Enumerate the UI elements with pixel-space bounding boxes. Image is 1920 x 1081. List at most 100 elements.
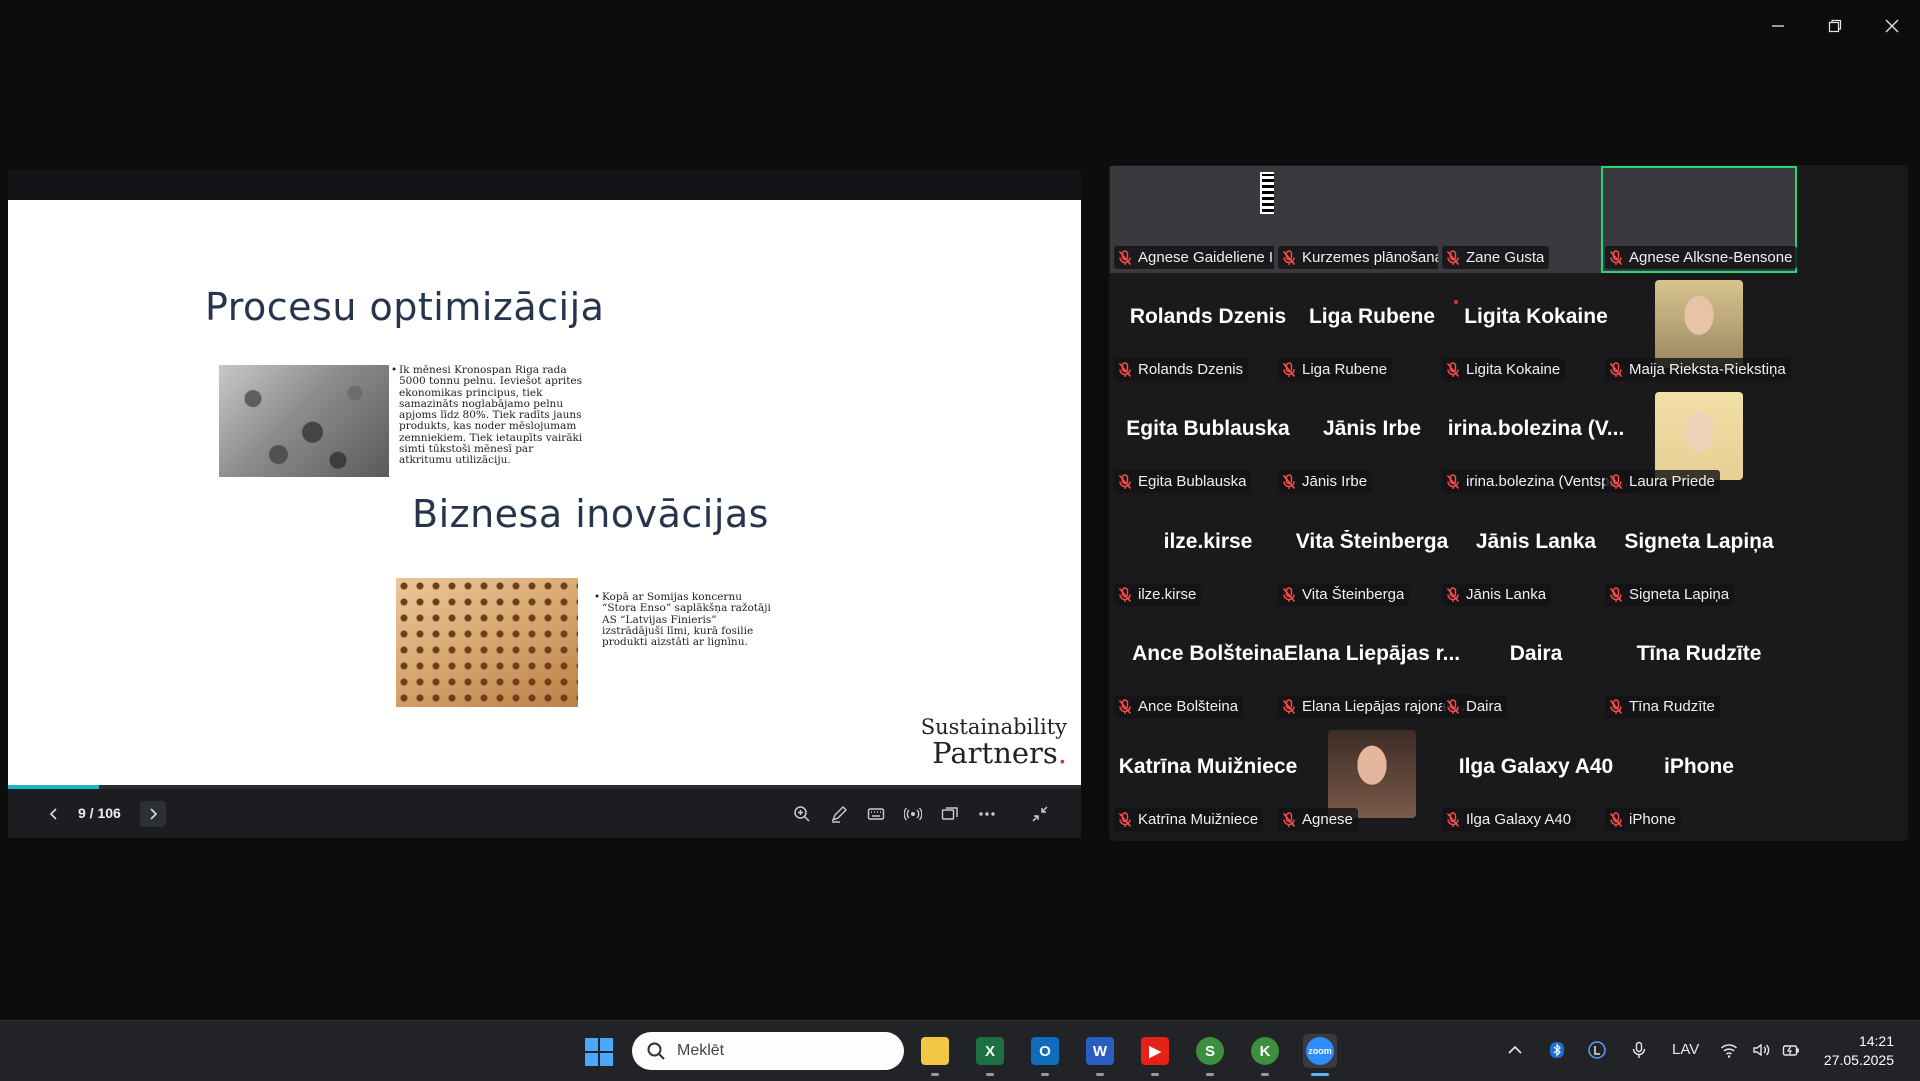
participant-tile[interactable]: iPhone iPhone [1601, 728, 1797, 835]
participant-tile[interactable]: Tīna Rudzīte Tīna Rudzīte [1601, 615, 1797, 722]
shared-screen: Procesu optimizācija Ik mēnesi Kronospan… [8, 170, 1081, 838]
clock-date: 27.05.2025 [1823, 1052, 1894, 1068]
muted-mic-icon [1282, 473, 1296, 489]
running-indicator [1096, 1073, 1104, 1076]
next-slide-button[interactable] [140, 801, 166, 827]
restore-button[interactable] [1806, 0, 1863, 52]
keyboard-button[interactable] [863, 801, 889, 827]
file-explorer-app[interactable] [918, 1034, 952, 1076]
exit-fullscreen-button[interactable] [1027, 801, 1053, 827]
youtube-icon: ▶ [1141, 1037, 1169, 1065]
language-indicator[interactable]: LAV [1672, 1041, 1699, 1058]
word-icon: W [1086, 1037, 1114, 1065]
chrome-s-icon: S [1196, 1037, 1224, 1065]
volume-tray[interactable] [1752, 1041, 1770, 1059]
clock-time: 14:21 [1858, 1033, 1894, 1049]
search-placeholder: Meklēt [677, 1042, 725, 1059]
slide-heading-innovation: Biznesa inovācijas [412, 492, 769, 536]
participant-label: Agnese [1278, 808, 1358, 831]
participant-label: Jānis Lanka [1442, 583, 1552, 606]
chevron-right-icon [150, 808, 158, 820]
muted-mic-icon [1118, 811, 1132, 827]
start-button[interactable] [584, 1037, 614, 1067]
participant-name: Vita Šteinberga [1302, 586, 1405, 603]
muted-mic-icon [1609, 361, 1623, 377]
microphone-tray[interactable] [1630, 1041, 1648, 1059]
page-indicator: 9 / 106 [78, 805, 121, 821]
share-header [8, 170, 1081, 200]
more-options-button[interactable] [974, 801, 1000, 827]
muted-mic-icon [1118, 361, 1132, 377]
participant-tile[interactable]: Agnese Alksne-Bensone [1601, 166, 1798, 273]
window-controls [1749, 0, 1920, 52]
muted-mic-icon [1282, 361, 1296, 377]
participant-tile[interactable]: Laura Priede [1601, 390, 1797, 497]
muted-mic-icon [1118, 586, 1132, 602]
account-tray[interactable] [1588, 1041, 1606, 1059]
youtube-app[interactable]: ▶ [1138, 1034, 1172, 1076]
broadcast-button[interactable] [900, 801, 926, 827]
logo-word: Partners [932, 736, 1058, 770]
bluetooth-tray[interactable] [1548, 1041, 1566, 1059]
slide-bullet-finieris: Kopā ar Somijas koncernu “Stora Enso” sa… [594, 591, 777, 648]
participant-label: Signeta Lapiņa [1605, 583, 1735, 606]
participant-name: Ance Bolšteina [1138, 698, 1239, 715]
muted-mic-icon [1446, 249, 1460, 265]
participant-label: Agnese Alksne-Bensone [1605, 246, 1798, 269]
muted-mic-icon [1609, 249, 1623, 265]
participant-label: Zane Gusta [1442, 246, 1550, 269]
muted-mic-icon [1446, 811, 1460, 827]
zoom-in-button[interactable] [789, 801, 815, 827]
participant-gallery: Agnese Gaideliene IEB... Kurzemes plānoša… [1109, 165, 1908, 841]
battery-charging-icon [1782, 1045, 1799, 1056]
microphone-icon [1632, 1041, 1646, 1058]
running-indicator [1041, 1073, 1049, 1076]
running-indicator [1151, 1073, 1159, 1076]
participant-label: Laura Priede [1605, 470, 1720, 493]
switch-screen-button[interactable] [937, 801, 963, 827]
annotate-icon [831, 806, 847, 823]
chrome-k-app[interactable]: K [1248, 1034, 1282, 1076]
participant-label: Jānis Irbe [1278, 470, 1373, 493]
participant-name-large: iPhone [1663, 755, 1734, 778]
taskbar-search[interactable]: Meklēt [632, 1032, 904, 1070]
zoom-app[interactable]: zoom [1303, 1034, 1337, 1076]
bluetooth-icon [1550, 1042, 1564, 1058]
recording-dot [1454, 300, 1458, 304]
participant-name: Zane Gusta [1466, 249, 1545, 266]
muted-mic-icon [1609, 811, 1623, 827]
running-indicator [986, 1073, 994, 1076]
slide-heading-process: Procesu optimizācija [205, 285, 605, 329]
word-app[interactable]: W [1083, 1034, 1117, 1076]
participant-tile[interactable]: Signeta Lapiņa Signeta Lapiņa [1601, 503, 1797, 610]
slide-bullet-kronospan: Ik mēnesi Kronospan Riga rada 5000 tonnu… [391, 364, 589, 467]
zoom-icon: zoom [1306, 1037, 1334, 1065]
previous-slide-button[interactable] [41, 801, 67, 827]
participant-name: Liga Rubene [1302, 361, 1388, 378]
close-button[interactable] [1863, 0, 1920, 52]
show-hidden-icons-button[interactable] [1506, 1041, 1524, 1059]
excel-app[interactable]: X [973, 1034, 1007, 1076]
participant-name: Katrīna Muižniece [1138, 811, 1259, 828]
battery-tray[interactable] [1782, 1041, 1800, 1059]
chrome-s-app[interactable]: S [1193, 1034, 1227, 1076]
participant-label: ilze.kirse [1114, 583, 1202, 606]
participant-tile[interactable]: Maija Rieksta-Riekstiņa [1601, 278, 1797, 385]
system-clock[interactable]: 14:21 27.05.2025 [1824, 1032, 1894, 1070]
user-l-icon [1588, 1041, 1606, 1059]
outlook-app[interactable]: O [1028, 1034, 1062, 1076]
volume-icon [1753, 1043, 1770, 1057]
search-icon [647, 1042, 665, 1060]
annotate-button[interactable] [826, 801, 852, 827]
keyboard-icon [867, 808, 885, 820]
wifi-tray[interactable] [1720, 1041, 1738, 1059]
chevron-left-icon [49, 808, 57, 820]
muted-mic-icon [1282, 586, 1296, 602]
muted-mic-icon [1446, 473, 1460, 489]
avatar [1655, 280, 1743, 368]
participant-name: Ilga Galaxy A40 [1466, 811, 1572, 828]
participant-name-large: Tīna Rudzīte [1636, 642, 1762, 665]
zoom-in-icon [794, 806, 810, 822]
minimize-button[interactable] [1749, 0, 1806, 52]
muted-mic-icon [1282, 249, 1296, 265]
